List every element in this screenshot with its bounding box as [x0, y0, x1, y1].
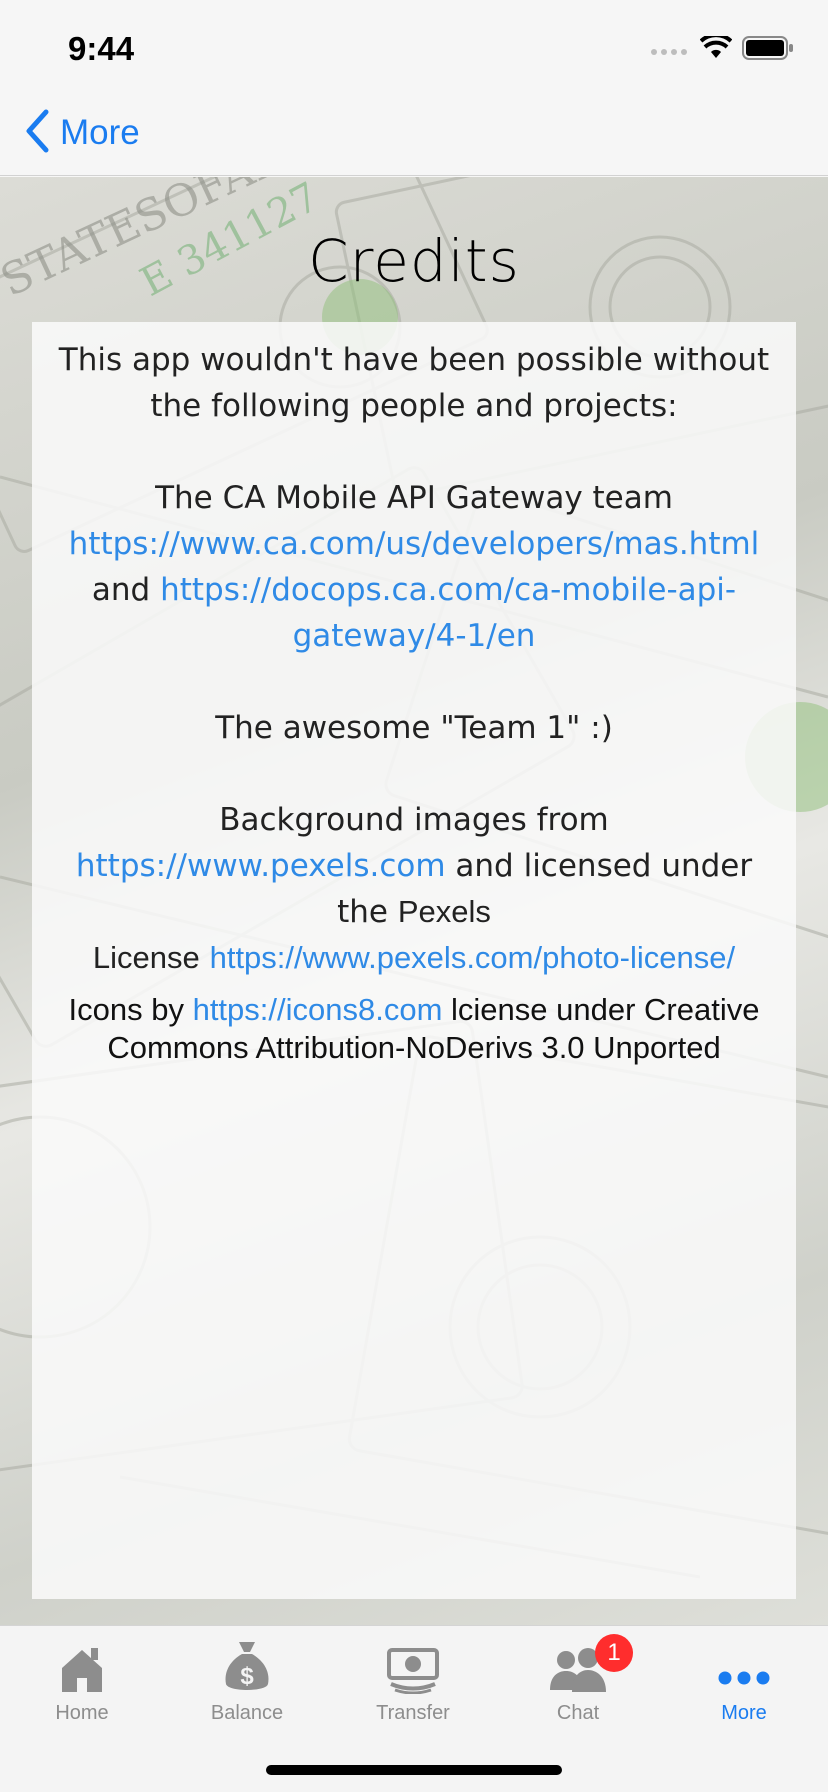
- bg-label: Background images from: [219, 802, 609, 838]
- gateway-link-docops[interactable]: https://docops.ca.com/ca-mobile-api-gate…: [160, 572, 736, 654]
- tab-more-label: More: [721, 1702, 767, 1724]
- status-icons: [650, 33, 794, 64]
- chat-badge: 1: [595, 1634, 633, 1672]
- screen: E 341127 STATESOFAMERI Credits This app …: [0, 0, 828, 1792]
- credits-icons: Icons by https://icons8.com lciense unde…: [48, 991, 780, 1067]
- tab-transfer[interactable]: Transfer: [338, 1626, 488, 1736]
- bg-pexels: Pexels: [397, 894, 491, 929]
- more-icon: [718, 1638, 770, 1694]
- tab-chat[interactable]: Chat 1: [503, 1626, 653, 1736]
- chevron-left-icon: [24, 109, 50, 157]
- tab-home[interactable]: Home: [7, 1626, 157, 1736]
- pexels-license-link[interactable]: https://www.pexels.com/photo-license/: [210, 940, 736, 975]
- icons8-link[interactable]: https://icons8.com: [193, 992, 443, 1027]
- tab-transfer-label: Transfer: [376, 1702, 450, 1724]
- home-icon: [57, 1638, 107, 1694]
- icons-label: Icons by: [68, 992, 193, 1027]
- status-bar: 9:44: [0, 0, 828, 94]
- gateway-label: The CA Mobile API Gateway team: [155, 480, 673, 516]
- credits-gateway: The CA Mobile API Gateway team https://w…: [48, 475, 780, 659]
- signal-icon: [650, 41, 690, 60]
- credits-text: This app wouldn't have been possible wit…: [48, 337, 780, 1067]
- gateway-and: and: [91, 572, 161, 608]
- navigation-bar: More: [0, 94, 828, 176]
- tab-chat-label: Chat: [556, 1702, 600, 1724]
- credits-background: Background images from https://www.pexel…: [48, 797, 780, 981]
- battery-icon: [742, 36, 794, 64]
- page-title: Credits: [308, 227, 520, 295]
- tab-home-label: Home: [55, 1702, 109, 1724]
- tab-balance-label: Balance: [210, 1702, 284, 1724]
- transfer-icon: [385, 1638, 441, 1694]
- pexels-link[interactable]: https://www.pexels.com: [76, 848, 446, 884]
- gateway-link-mas[interactable]: https://www.ca.com/us/developers/mas.htm…: [69, 526, 760, 562]
- back-button[interactable]: More: [24, 108, 140, 158]
- money-bag-icon: $: [222, 1638, 272, 1694]
- home-indicator[interactable]: [266, 1765, 562, 1775]
- back-label: More: [60, 113, 140, 152]
- credits-team: The awesome "Team 1" :): [215, 710, 613, 746]
- tab-more[interactable]: More: [669, 1626, 819, 1736]
- tab-balance[interactable]: $ Balance: [172, 1626, 322, 1736]
- bg-license: License: [92, 940, 200, 975]
- wifi-icon: [699, 33, 733, 64]
- status-time: 9:44: [68, 30, 135, 67]
- svg-text:$: $: [240, 1663, 254, 1690]
- credits-intro: This app wouldn't have been possible wit…: [58, 342, 770, 424]
